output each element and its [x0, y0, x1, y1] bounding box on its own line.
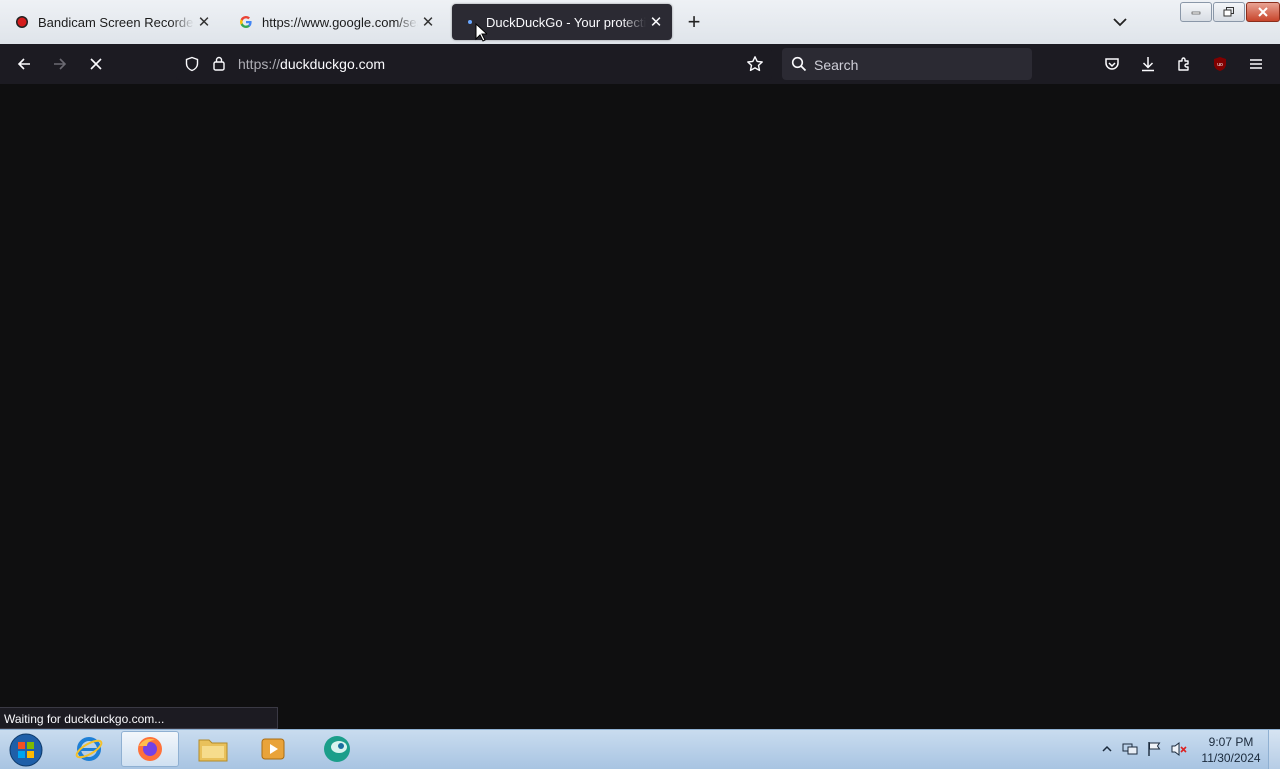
taskbar: 9:07 PM 11/30/2024 [0, 729, 1280, 769]
google-icon [238, 14, 254, 30]
hamburger-menu-icon [1250, 59, 1262, 69]
chevron-down-icon [1113, 18, 1127, 27]
taskbar-media-player[interactable] [244, 731, 302, 767]
list-all-tabs-button[interactable] [1108, 10, 1132, 34]
show-desktop-button[interactable] [1268, 730, 1280, 769]
download-arrow-icon [1142, 57, 1154, 72]
taskbar-internet-explorer[interactable] [60, 731, 118, 767]
taskbar-file-explorer[interactable] [184, 731, 242, 767]
tab-title: https://www.google.com/search [262, 14, 418, 30]
start-button[interactable] [6, 732, 46, 768]
taskbar-firefox[interactable] [121, 731, 179, 767]
tray-volume[interactable] [1170, 740, 1188, 758]
downloads-button[interactable] [1134, 50, 1162, 78]
url-scheme: https:// [238, 56, 281, 72]
svg-text:uo: uo [1217, 62, 1223, 68]
flag-icon [1148, 742, 1161, 756]
close-tab-icon[interactable]: ✕ [194, 12, 214, 32]
search-bar[interactable] [782, 48, 1032, 80]
clock-time: 9:07 PM [1208, 735, 1254, 749]
search-icon [791, 56, 807, 77]
minimize-button[interactable] [1180, 2, 1212, 22]
new-tab-button[interactable]: + [682, 9, 706, 34]
stop-button[interactable] [82, 50, 110, 78]
tab-title: Bandicam Screen Recorder Download [38, 14, 194, 30]
url-host: duckduckgo.com [280, 56, 386, 72]
media-player-icon [261, 738, 285, 760]
firefox-icon [138, 737, 162, 761]
bandicam-icon [14, 14, 30, 30]
pocket-button[interactable] [1098, 50, 1126, 78]
search-input[interactable] [812, 54, 1016, 76]
forward-button[interactable] [46, 50, 74, 78]
arrow-right-icon [54, 58, 67, 70]
restore-icon [1223, 7, 1234, 17]
pocket-icon [1105, 58, 1119, 70]
extensions-button[interactable] [1170, 50, 1198, 78]
folder-icon [198, 739, 228, 762]
restore-button[interactable] [1213, 2, 1245, 22]
chevron-up-icon [1102, 745, 1112, 752]
stop-x-icon [90, 58, 102, 70]
back-button[interactable] [10, 50, 38, 78]
bookmark-star-icon[interactable] [746, 55, 764, 78]
show-hidden-icons-button[interactable] [1098, 740, 1116, 758]
tab-title: DuckDuckGo - Your protection [486, 14, 646, 30]
lock-icon[interactable] [212, 55, 226, 77]
close-tab-icon[interactable]: ✕ [418, 12, 438, 32]
internet-explorer-icon [75, 737, 103, 761]
windows-orb-icon [9, 733, 43, 767]
mouse-cursor-icon [475, 22, 489, 47]
page-content [0, 84, 1280, 729]
tracking-protection-shield-icon[interactable] [184, 56, 200, 77]
url-bar[interactable]: https://duckduckgo.com [176, 48, 772, 80]
ublock-origin-button[interactable]: uo [1206, 50, 1234, 78]
close-window-button[interactable] [1246, 2, 1280, 22]
close-tab-icon[interactable]: ✕ [646, 12, 666, 32]
tray-action-center[interactable] [1145, 740, 1163, 758]
tab-google[interactable]: https://www.google.com/search ✕ [228, 4, 444, 40]
tab-strip: Bandicam Screen Recorder Download ✕ http… [0, 0, 1280, 44]
close-icon [1258, 7, 1268, 17]
tab-bandicam[interactable]: Bandicam Screen Recorder Download ✕ [4, 4, 220, 40]
minimize-icon [1191, 11, 1201, 15]
clock-date: 11/30/2024 [1201, 751, 1261, 765]
url-text[interactable]: https://duckduckgo.com [238, 56, 385, 72]
status-panel: Waiting for duckduckgo.com... [0, 707, 278, 729]
system-clock[interactable]: 9:07 PM 11/30/2024 [1196, 734, 1266, 766]
taskbar-app[interactable] [308, 731, 366, 767]
tray-network[interactable] [1121, 740, 1139, 758]
network-icon [1122, 743, 1138, 755]
volume-muted-icon [1171, 742, 1187, 756]
menu-button[interactable] [1242, 50, 1270, 78]
app-globe-icon [324, 736, 350, 762]
puzzle-piece-icon [1178, 57, 1189, 71]
arrow-left-icon [17, 58, 30, 70]
ublock-shield-icon: uo [1214, 57, 1226, 71]
